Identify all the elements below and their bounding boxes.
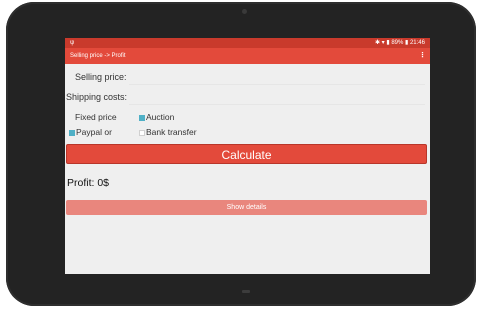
profit-result: Profit: 0$ bbox=[67, 177, 110, 189]
fixed-price-label: Fixed price bbox=[75, 112, 117, 122]
overflow-menu-icon[interactable]: ⋮ bbox=[419, 48, 426, 64]
selling-price-row: Selling price: bbox=[65, 70, 430, 85]
selling-price-input[interactable] bbox=[129, 72, 425, 85]
shipping-costs-label: Shipping costs: bbox=[66, 92, 128, 102]
notification-icon: ψ bbox=[70, 40, 75, 46]
front-camera bbox=[242, 9, 247, 14]
paypal-label: Paypal or bbox=[76, 127, 112, 137]
device-logo bbox=[242, 290, 250, 293]
status-indicators: ✱ ▾ ▮ 89% ▮ 21:46 bbox=[374, 40, 425, 46]
calculate-button[interactable]: Calculate bbox=[66, 144, 427, 164]
paypal-checkbox[interactable] bbox=[69, 130, 75, 136]
status-bar: ψ ✱ ▾ ▮ 89% ▮ 21:46 bbox=[65, 38, 430, 48]
shipping-costs-row: Shipping costs: bbox=[65, 90, 430, 105]
app-bar-title: Selling price -> Profit bbox=[70, 53, 126, 59]
shipping-costs-input[interactable] bbox=[129, 92, 425, 105]
app-screen: ψ ✱ ▾ ▮ 89% ▮ 21:46 Selling price -> Pro… bbox=[65, 38, 430, 274]
bank-transfer-checkbox[interactable] bbox=[139, 130, 145, 136]
auction-label: Auction bbox=[146, 112, 175, 122]
tablet-frame: ψ ✱ ▾ ▮ 89% ▮ 21:46 Selling price -> Pro… bbox=[6, 2, 476, 306]
app-bar: Selling price -> Profit ⋮ bbox=[65, 48, 430, 64]
selling-price-label: Selling price: bbox=[75, 72, 127, 82]
bank-transfer-label: Bank transfer bbox=[146, 127, 197, 137]
auction-checkbox[interactable] bbox=[139, 115, 145, 121]
show-details-button[interactable]: Show details bbox=[66, 200, 427, 215]
